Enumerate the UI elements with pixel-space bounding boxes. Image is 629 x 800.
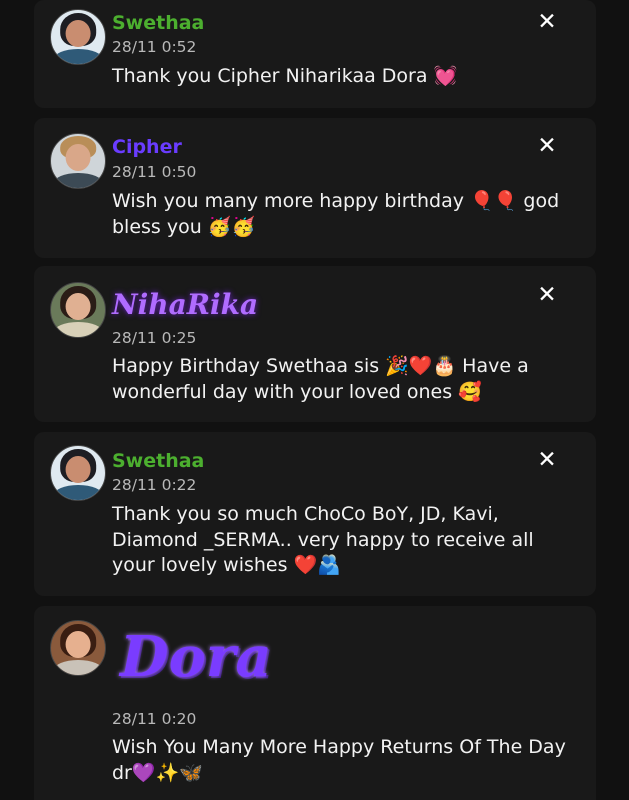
timestamp: 28/11 0:20 [112,710,197,728]
woman-avatar[interactable] [50,9,106,65]
timestamp: 28/11 0:50 [112,163,197,181]
timestamp: 28/11 0:22 [112,476,197,494]
message-text: Thank you Cipher Niharikaa Dora 💓 [112,65,458,87]
sender-name[interactable]: Swethaa [112,450,204,472]
woman-avatar[interactable] [50,282,106,338]
message-text: Wish you many more happy birthday 🎈🎈 god… [112,190,560,238]
message-card: Swethaa 28/11 0:52 Thank you Cipher Niha… [34,0,596,108]
close-icon[interactable]: ✕ [536,11,558,34]
timestamp: 28/11 0:52 [112,38,197,56]
message-card: NihaRika 28/11 0:25 Happy Birthday Sweth… [34,266,596,422]
woman-avatar[interactable] [50,620,106,676]
message-card: Swethaa 28/11 0:22 Thank you so much Cho… [34,432,596,596]
sender-name[interactable]: Cipher [112,136,182,158]
sender-name[interactable]: Swethaa [112,12,204,34]
woman-avatar[interactable] [50,445,106,501]
message-card: Cipher 28/11 0:50 Wish you many more hap… [34,118,596,258]
man-avatar[interactable] [50,133,106,189]
message-text: Happy Birthday Swethaa sis 🎉❤️🎂 Have a w… [112,355,529,403]
close-icon[interactable]: ✕ [536,135,558,158]
timestamp: 28/11 0:25 [112,329,197,347]
close-icon[interactable]: ✕ [536,284,558,307]
message-card: Dora 28/11 0:20 Wish You Many More Happy… [34,606,596,800]
close-icon[interactable]: ✕ [536,449,558,472]
sender-name[interactable]: NihaRika [112,288,258,321]
message-text: Thank you so much ChoCo BoY, JD, Kavi, D… [112,503,534,576]
message-text: Wish You Many More Happy Returns Of The … [112,736,566,784]
sender-name[interactable]: Dora [120,624,272,690]
